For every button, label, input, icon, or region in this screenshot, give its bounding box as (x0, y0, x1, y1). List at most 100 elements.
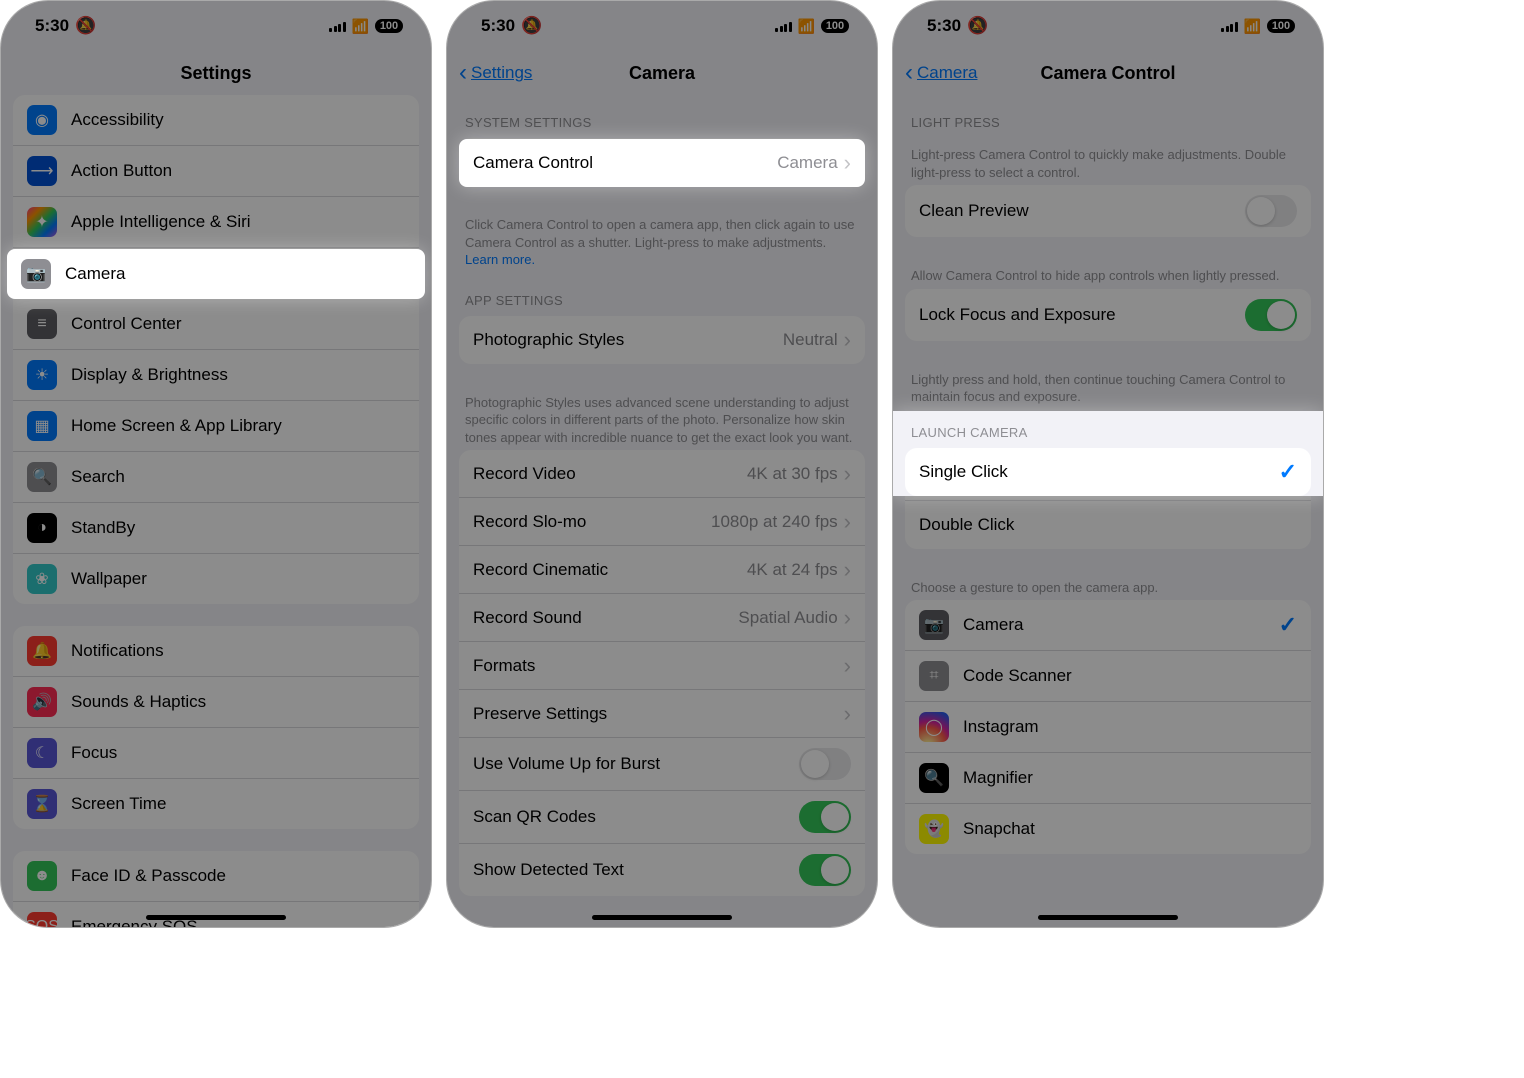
camera-row-show-detected-text[interactable]: Show Detected Text (459, 844, 865, 896)
home-indicator[interactable] (592, 915, 732, 920)
settings-row-sounds-haptics[interactable]: 🔊Sounds & Haptics (13, 677, 419, 728)
page-title: Camera (629, 63, 695, 84)
nav-header: ‹ Camera Camera Control (893, 51, 1323, 95)
settings-row-home-screen-app-library-label: Home Screen & App Library (71, 416, 405, 436)
camera-row-use-volume-up-for-burst-label: Use Volume Up for Burst (473, 754, 799, 774)
settings-row-face-id-passcode-label: Face ID & Passcode (71, 866, 405, 886)
camera-row-preserve-settings[interactable]: Preserve Settings› (459, 690, 865, 738)
section-header: LIGHT PRESS (893, 95, 1323, 138)
back-button[interactable]: ‹ Settings (459, 51, 532, 95)
camera-row-camera-control[interactable]: Camera ControlCamera› (459, 139, 865, 187)
cc-row-code-scanner-app-icon: ⌗ (919, 661, 949, 691)
back-button[interactable]: ‹ Camera (905, 51, 977, 95)
camera-row-use-volume-up-for-burst[interactable]: Use Volume Up for Burst (459, 738, 865, 791)
wifi-icon: 📶 (798, 18, 815, 35)
camera-row-record-sound-value: Spatial Audio (738, 608, 837, 628)
camera-row-photographic-styles[interactable]: Photographic StylesNeutral› (459, 316, 865, 364)
cc-row-double-click-label: Double Click (919, 515, 1297, 535)
settings-row-standby[interactable]: ◑ StandBy (13, 503, 419, 554)
camera-row-formats-label: Formats (473, 656, 844, 676)
section-footer: Choose a gesture to open the camera app. (893, 571, 1323, 601)
camera-row-photographic-styles-value: Neutral (783, 330, 838, 350)
settings-row-camera[interactable]: 📷Camera (7, 249, 425, 299)
settings-row-notifications-label: Notifications (71, 641, 405, 661)
camera-row-formats[interactable]: Formats› (459, 642, 865, 690)
camera-row-use-volume-up-for-burst-toggle[interactable] (799, 748, 851, 780)
highlighted-section: LAUNCH CAMERASingle Click✓ (893, 411, 1323, 496)
settings-row-control-center-app-icon: ≡ (27, 309, 57, 339)
learn-more-link[interactable]: Learn more. (465, 252, 535, 267)
settings-row-accessibility-app-icon: ◉ (27, 105, 57, 135)
page-title: Camera Control (1040, 63, 1175, 84)
home-indicator[interactable] (1038, 915, 1178, 920)
cc-row-single-click[interactable]: Single Click✓ (905, 448, 1311, 496)
settings-row-apple-intelligence-siri[interactable]: ✦ Apple Intelligence & Siri (13, 197, 419, 248)
settings-row-standby-app-icon: ◑ (27, 513, 57, 543)
settings-row-accessibility[interactable]: ◉ Accessibility (13, 95, 419, 146)
camera-row-record-sound[interactable]: Record SoundSpatial Audio› (459, 594, 865, 642)
cc-row-magnifier-app-icon: 🔍 (919, 763, 949, 793)
settings-row-standby-label: StandBy (71, 518, 405, 538)
settings-row-display-brightness-label: Display & Brightness (71, 365, 405, 385)
back-label: Camera (917, 63, 977, 83)
cc-row-lock-focus-and-exposure-toggle[interactable] (1245, 299, 1297, 331)
cc-row-camera-app-icon: 📷 (919, 610, 949, 640)
settings-row-display-brightness[interactable]: ☀Display & Brightness (13, 350, 419, 401)
settings-row-notifications[interactable]: 🔔Notifications (13, 626, 419, 677)
settings-row-emergency-sos-app-icon: SOS (27, 912, 57, 927)
settings-row-screen-time-app-icon: ⌛ (27, 789, 57, 819)
camera-row-scan-qr-codes[interactable]: Scan QR Codes (459, 791, 865, 844)
cc-row-camera[interactable]: 📷Camera✓ (905, 600, 1311, 651)
settings-row-home-screen-app-library-app-icon: ▦ (27, 411, 57, 441)
cellular-icon (329, 20, 346, 32)
camera-row-photographic-styles-label: Photographic Styles (473, 330, 783, 350)
chevron-right-icon: › (844, 655, 851, 677)
camera-row-record-slo-mo-value: 1080p at 240 fps (711, 512, 838, 532)
cc-row-clean-preview-toggle[interactable] (1245, 195, 1297, 227)
chevron-right-icon: › (844, 559, 851, 581)
settings-row-control-center[interactable]: ≡ Control Center (13, 299, 419, 350)
camera-row-record-slo-mo[interactable]: Record Slo-mo1080p at 240 fps› (459, 498, 865, 546)
status-time: 5:30 (481, 16, 515, 36)
wifi-icon: 📶 (352, 18, 369, 35)
cc-row-magnifier[interactable]: 🔍 Magnifier (905, 753, 1311, 804)
camera-row-record-video-value: 4K at 30 fps (747, 464, 838, 484)
status-time: 5:30 (35, 16, 69, 36)
battery-icon: 100 (1267, 19, 1295, 33)
settings-row-wallpaper[interactable]: ❀Wallpaper (13, 554, 419, 604)
camera-row-record-video[interactable]: Record Video4K at 30 fps› (459, 450, 865, 498)
camera-row-record-video-label: Record Video (473, 464, 747, 484)
section-footer: Light-press Camera Control to quickly ma… (893, 138, 1323, 185)
silent-icon (75, 16, 96, 36)
highlighted-row: Camera ControlCamera› (459, 139, 865, 187)
settings-row-wallpaper-label: Wallpaper (71, 569, 405, 589)
cc-row-clean-preview[interactable]: Clean Preview (905, 185, 1311, 237)
camera-row-scan-qr-codes-toggle[interactable] (799, 801, 851, 833)
chevron-right-icon: › (844, 607, 851, 629)
battery-icon: 100 (375, 19, 403, 33)
settings-row-face-id-passcode[interactable]: ☻Face ID & Passcode (13, 851, 419, 902)
home-indicator[interactable] (146, 915, 286, 920)
camera-row-record-cinematic[interactable]: Record Cinematic4K at 24 fps› (459, 546, 865, 594)
nav-header: ‹ Settings Camera (447, 51, 877, 95)
cc-row-single-click-label: Single Click (919, 462, 1279, 482)
settings-row-control-center-label: Control Center (71, 314, 405, 334)
settings-row-apple-intelligence-siri-app-icon: ✦ (27, 207, 57, 237)
screenshot-3-camera-control: 5:30 📶 100 ‹ Camera Camera Control LIGHT… (892, 0, 1324, 928)
settings-row-search[interactable]: 🔍Search (13, 452, 419, 503)
camera-row-show-detected-text-toggle[interactable] (799, 854, 851, 886)
settings-row-accessibility-label: Accessibility (71, 110, 405, 130)
settings-row-screen-time[interactable]: ⌛Screen Time (13, 779, 419, 829)
battery-icon: 100 (821, 19, 849, 33)
page-title: Settings (180, 63, 251, 84)
cc-row-snapchat[interactable]: 👻Snapchat (905, 804, 1311, 854)
cc-row-code-scanner[interactable]: ⌗Code Scanner (905, 651, 1311, 702)
settings-row-action-button[interactable]: ⟶Action Button (13, 146, 419, 197)
settings-row-focus[interactable]: ☾Focus (13, 728, 419, 779)
cc-row-magnifier-label: Magnifier (963, 768, 1297, 788)
cc-row-instagram[interactable]: ◯Instagram (905, 702, 1311, 753)
settings-row-home-screen-app-library[interactable]: ▦ Home Screen & App Library (13, 401, 419, 452)
cc-row-double-click[interactable]: Double Click (905, 501, 1311, 549)
settings-row-apple-intelligence-siri-label: Apple Intelligence & Siri (71, 212, 405, 232)
cc-row-lock-focus-and-exposure[interactable]: Lock Focus and Exposure (905, 289, 1311, 341)
